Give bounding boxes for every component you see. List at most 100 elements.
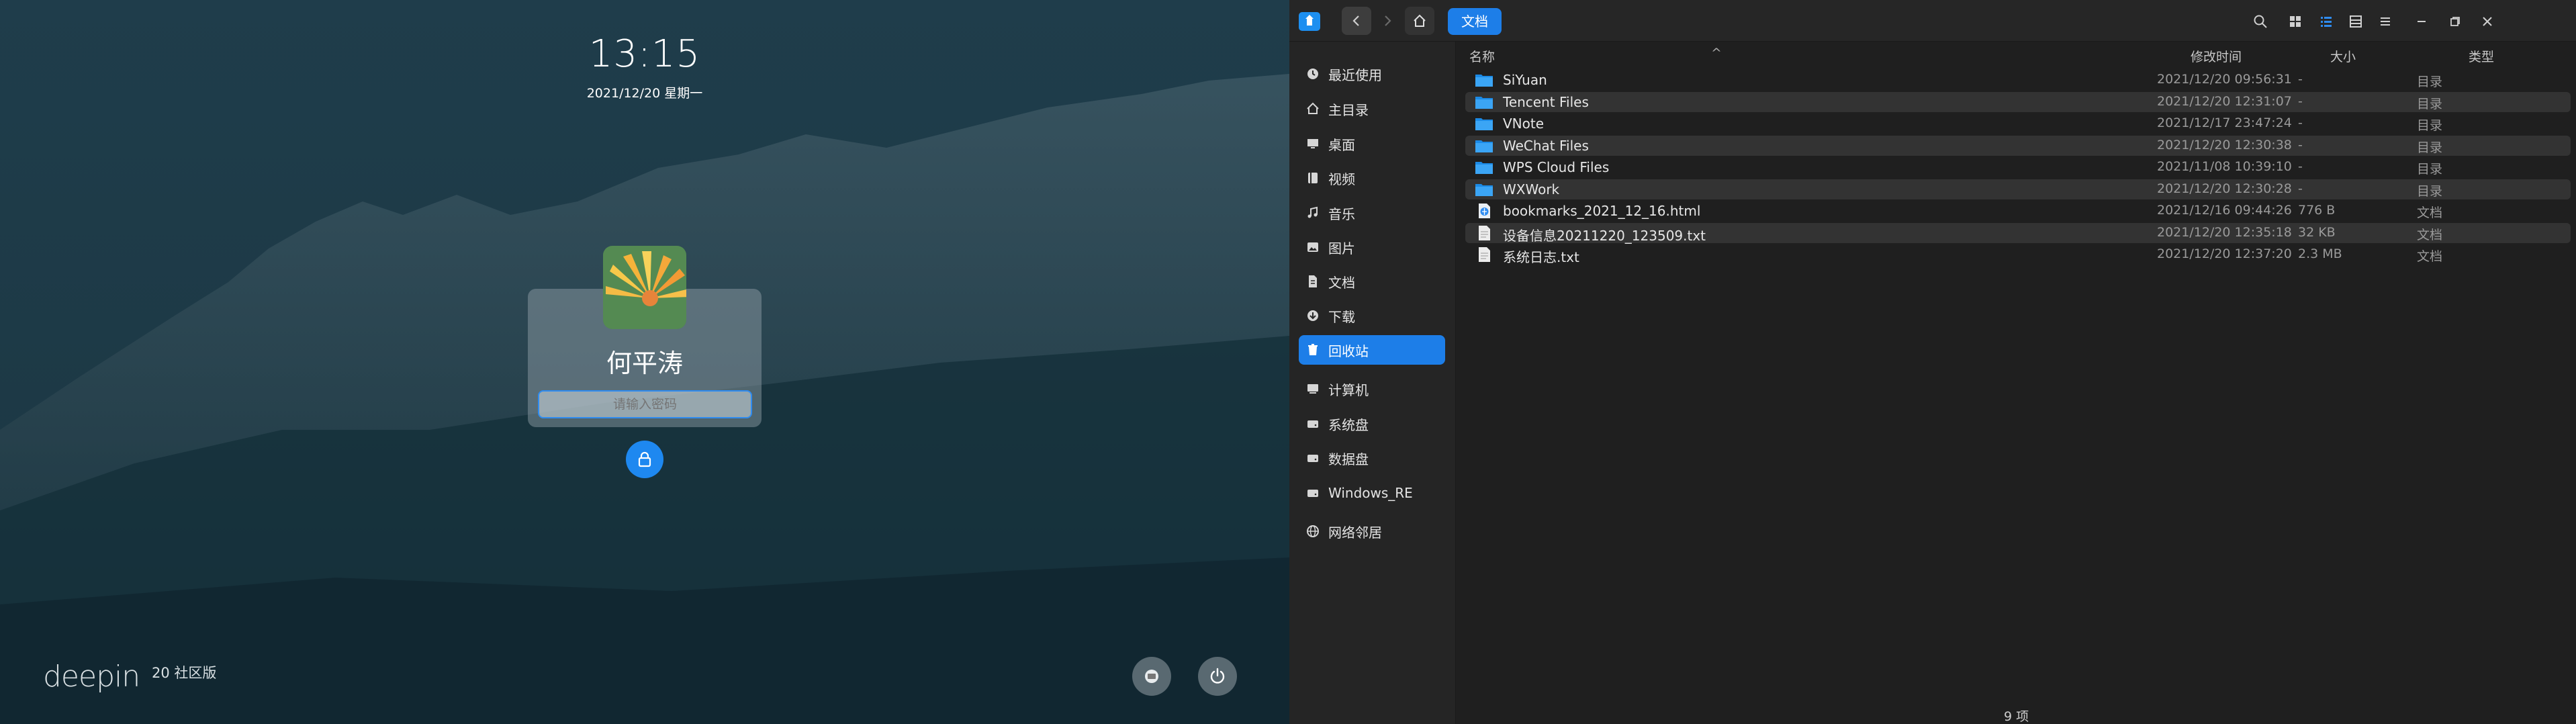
sidebar-item-label: 网络邻居 — [1328, 524, 1382, 541]
folder-icon — [1475, 116, 1493, 132]
minimize-button[interactable] — [2408, 8, 2435, 35]
minimize-icon — [2418, 21, 2426, 22]
music-icon — [1305, 206, 1320, 220]
edition-label: 20 社区版 — [152, 665, 217, 681]
grid-icon — [2290, 16, 2301, 27]
column-modified[interactable]: 修改时间 — [2191, 47, 2242, 65]
disk-icon — [1305, 416, 1320, 431]
close-button[interactable] — [2474, 8, 2501, 35]
main-menu-button[interactable] — [2372, 8, 2399, 35]
menu-icon — [2381, 17, 2390, 26]
file-row[interactable]: Tencent Files 2021/12/20 12:31:07- 目录 — [1465, 91, 2571, 112]
file-size: - — [2298, 159, 2303, 174]
computer-icon — [1305, 381, 1320, 396]
file-size: 2.3 MB — [2298, 246, 2342, 261]
file-row[interactable]: 设备信息20211220_123509.txt 2021/12/20 12:35:… — [1465, 222, 2571, 244]
file-row[interactable]: VNote 2021/12/17 23:47:24- 目录 — [1465, 114, 2571, 134]
list-icon — [2321, 17, 2332, 27]
file-row[interactable]: 系统日志.txt 2021/12/20 12:37:20 2.3 MB 文档 — [1465, 244, 2571, 265]
chevron-left-icon — [1352, 15, 1359, 26]
column-size[interactable]: 大小 — [2330, 47, 2356, 65]
sidebar-item[interactable]: 网络邻居 — [1299, 516, 1445, 546]
search-button[interactable] — [2247, 8, 2274, 35]
user-avatar[interactable] — [603, 246, 686, 329]
column-name[interactable]: 名称 — [1469, 47, 1495, 65]
sort-ascending-icon[interactable]: ^ — [1711, 46, 1722, 60]
column-type[interactable]: 类型 — [2469, 47, 2494, 65]
column-header: 名称 ^ — [1457, 44, 2576, 66]
download-icon — [1305, 308, 1320, 323]
file-type: 文档 — [2417, 249, 2443, 264]
text-file-icon — [1475, 225, 1493, 241]
file-modified: 2021/12/16 09:44:26 — [2157, 203, 2292, 218]
sidebar-item[interactable]: 最近使用 — [1299, 59, 1445, 89]
sidebar-item[interactable]: 桌面 — [1299, 129, 1445, 159]
file-type: 目录 — [2417, 140, 2443, 155]
sidebar-item[interactable]: Windows_RE — [1299, 478, 1445, 508]
file-modified: 2021/12/20 09:56:31 — [2157, 72, 2292, 87]
file-type: 目录 — [2417, 96, 2443, 111]
sidebar-item-label: 数据盘 — [1328, 451, 1369, 467]
file-name: VNote — [1503, 116, 1545, 132]
keyboard-icon — [1145, 670, 1158, 683]
clock-time: 13:15 — [588, 32, 701, 76]
sidebar-item[interactable]: 下载 — [1299, 301, 1445, 330]
maximize-button[interactable] — [2442, 8, 2469, 35]
details-icon — [2350, 15, 2362, 28]
file-modified: 2021/12/20 12:30:28 — [2157, 181, 2292, 196]
file-size: - — [2298, 93, 2303, 109]
sidebar-item[interactable]: 图片 — [1299, 232, 1445, 262]
sidebar-item[interactable]: 主目录 — [1299, 94, 1445, 124]
file-manager-app-icon[interactable] — [1296, 8, 1323, 35]
home-icon — [1414, 14, 1426, 27]
file-size: 32 KB — [2298, 224, 2336, 240]
keyboard-layout-button[interactable] — [1132, 657, 1171, 696]
search-icon — [2254, 15, 2267, 28]
clock-icon — [1305, 66, 1320, 81]
file-modified: 2021/12/20 12:30:38 — [2157, 137, 2292, 152]
sidebar-item-label: 最近使用 — [1328, 66, 1382, 83]
sidebar-item[interactable]: 数据盘 — [1299, 443, 1445, 473]
unlock-button[interactable] — [626, 441, 663, 478]
home-crumb-button[interactable] — [1405, 7, 1434, 35]
sidebar-item-label: 主目录 — [1328, 101, 1369, 118]
details-panel-button[interactable] — [2342, 8, 2369, 35]
list-view-button[interactable] — [2313, 8, 2340, 35]
file-type: 目录 — [2417, 75, 2443, 89]
sidebar-item[interactable]: 系统盘 — [1299, 409, 1445, 439]
chevron-right-icon — [1385, 15, 1391, 26]
password-input[interactable] — [538, 390, 752, 418]
file-row[interactable]: SiYuan 2021/12/20 09:56:31- 目录 — [1465, 70, 2571, 90]
video-icon — [1305, 171, 1320, 185]
breadcrumb-current[interactable]: 文档 — [1448, 8, 1502, 35]
sidebar-item[interactable]: 计算机 — [1299, 374, 1445, 404]
folder-icon — [1475, 181, 1493, 197]
sidebar-item[interactable]: 文档 — [1299, 267, 1445, 296]
file-row[interactable]: WeChat Files 2021/12/20 12:30:38- 目录 — [1465, 135, 2571, 156]
file-row[interactable]: WPS Cloud Files 2021/11/08 10:39:10- 目录 — [1465, 157, 2571, 177]
sidebar-item-label: 系统盘 — [1328, 416, 1369, 433]
file-type: 目录 — [2417, 118, 2443, 133]
sidebar-item-label: 下载 — [1328, 308, 1355, 325]
file-row[interactable]: bookmarks_2021_12_16.html 2021/12/16 09:4… — [1465, 201, 2571, 221]
deepin-logo: deepin — [43, 660, 140, 694]
sidebar-item-label: 图片 — [1328, 240, 1355, 257]
close-icon — [2483, 17, 2492, 26]
restore-icon — [2450, 17, 2460, 26]
titlebar: 文档 — [1289, 0, 2576, 42]
folder-icon — [1475, 94, 1493, 110]
disk-icon — [1305, 451, 1320, 465]
back-button[interactable] — [1342, 7, 1371, 35]
sidebar-item[interactable]: 音乐 — [1299, 198, 1445, 228]
file-modified: 2021/12/17 23:47:24 — [2157, 116, 2292, 130]
file-name: Tencent Files — [1503, 93, 1589, 110]
item-count: 9 项 — [2004, 709, 2029, 724]
icon-view-button[interactable] — [2282, 8, 2309, 35]
file-type: 目录 — [2417, 162, 2443, 177]
forward-button[interactable] — [1373, 7, 1402, 35]
file-row[interactable]: WXWork 2021/12/20 12:30:28- 目录 — [1465, 179, 2571, 199]
file-type: 文档 — [2417, 227, 2443, 242]
sidebar-item[interactable]: 视频 — [1299, 163, 1445, 193]
sidebar-item[interactable]: 回收站 — [1299, 335, 1445, 365]
power-button[interactable] — [1198, 657, 1237, 696]
